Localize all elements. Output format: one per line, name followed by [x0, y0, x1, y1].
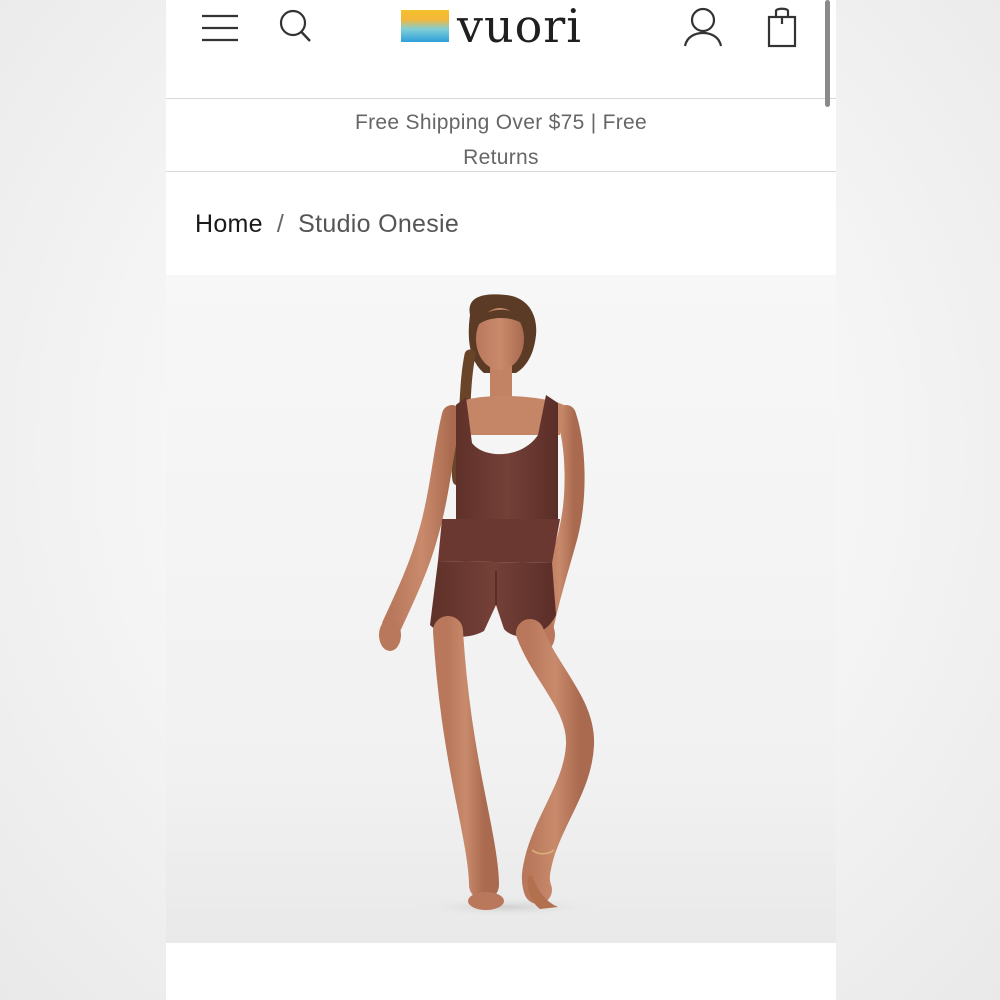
scrollbar[interactable]: [825, 0, 830, 107]
product-image[interactable]: [166, 275, 836, 943]
mobile-page: vuori Free Shipping Over $75 | Free Retu…: [166, 0, 836, 1000]
breadcrumb-home-link[interactable]: Home: [195, 210, 263, 239]
promo-banner: Free Shipping Over $75 | Free Returns: [166, 99, 836, 172]
product-model-illustration: [379, 294, 596, 917]
vuori-logo[interactable]: vuori: [401, 2, 606, 50]
search-icon[interactable]: [278, 6, 314, 44]
shopping-bag-icon[interactable]: [764, 4, 800, 48]
breadcrumb-current: Studio Onesie: [298, 209, 460, 238]
breadcrumb: Home / Studio Onesie: [195, 206, 459, 242]
logo-mark: [401, 10, 449, 42]
breadcrumb-separator: /: [276, 209, 285, 238]
hamburger-menu-icon[interactable]: [200, 8, 240, 44]
site-header: vuori: [166, 0, 836, 99]
promo-text: Free Shipping Over $75 | Free Returns: [355, 111, 647, 169]
account-icon[interactable]: [682, 4, 724, 48]
logo-text: vuori: [457, 0, 583, 53]
